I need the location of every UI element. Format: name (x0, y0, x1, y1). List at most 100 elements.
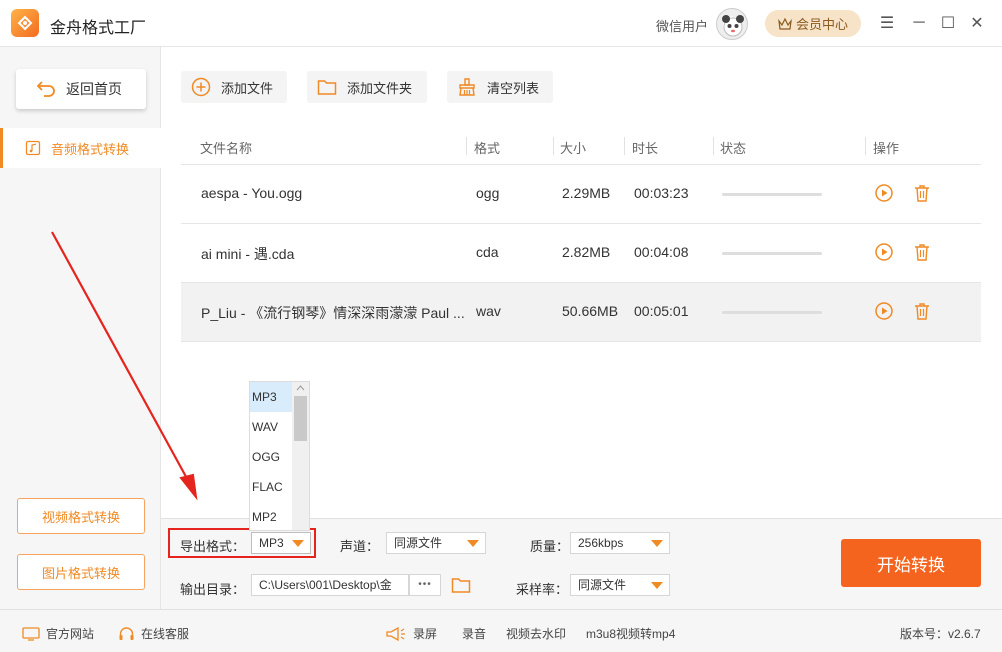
clear-list-button[interactable]: 清空列表 (447, 71, 553, 103)
file-name: P_Liu - 《流行钢琴》情深深雨濛濛 Paul ... (201, 305, 465, 321)
music-file-icon (25, 140, 41, 156)
menu-icon[interactable]: ☰ (876, 12, 898, 34)
vip-label: 会员中心 (795, 17, 848, 32)
column-divider (713, 137, 714, 155)
trash-icon[interactable] (912, 242, 932, 262)
file-format: wav (476, 303, 501, 319)
monitor-icon (22, 626, 40, 641)
scrollbar-thumb[interactable] (294, 396, 307, 441)
sample-rate-label: 采样率： (516, 582, 569, 597)
clear-list-label: 清空列表 (487, 80, 540, 96)
chevron-down-icon (467, 540, 479, 547)
play-icon[interactable] (874, 301, 894, 321)
file-size: 2.82MB (562, 244, 611, 260)
quality-value: 256kbps (578, 536, 624, 550)
support-label: 在线客服 (141, 627, 190, 641)
quality-select[interactable]: 256kbps (570, 532, 670, 554)
back-home-button[interactable]: 返回首页 (16, 69, 146, 109)
file-duration: 00:04:08 (634, 244, 689, 260)
dropdown-option[interactable]: FLAC (250, 472, 293, 502)
play-icon[interactable] (874, 183, 894, 203)
video-convert-button[interactable]: 视频格式转换 (17, 498, 145, 534)
sidebar-item-label: 音频格式转换 (51, 141, 130, 157)
column-header-duration: 时长 (632, 141, 659, 156)
remove-watermark-link[interactable]: 视频去水印 (506, 625, 566, 642)
column-header-actions: 操作 (873, 141, 900, 156)
dropdown-option[interactable]: MP2 (250, 502, 293, 530)
file-size: 50.66MB (562, 303, 619, 319)
dropdown-scrollbar[interactable] (292, 382, 309, 530)
channel-label: 声道： (340, 539, 380, 554)
progress-bar (722, 311, 822, 314)
trash-icon[interactable] (912, 301, 932, 321)
crown-icon (778, 17, 792, 30)
progress-bar (722, 193, 822, 196)
sidebar-item-audio[interactable]: 音频格式转换 (0, 128, 161, 168)
play-icon[interactable] (874, 242, 894, 262)
output-dir-field[interactable]: C:\Users\001\Desktop\金 (251, 574, 409, 596)
trash-icon[interactable] (912, 183, 932, 203)
column-header-name: 文件名称 (200, 141, 253, 156)
chevron-down-icon (651, 582, 663, 589)
open-folder-icon[interactable] (451, 576, 471, 594)
dropdown-option[interactable]: MP3 (250, 382, 293, 412)
output-dir-value: C:\Users\001\Desktop\金 (259, 578, 392, 592)
browse-more-button[interactable]: ••• (409, 574, 441, 596)
close-icon[interactable]: ✕ (966, 12, 988, 34)
file-duration: 00:03:23 (634, 185, 689, 201)
table-row[interactable]: ai mini - 遇.cda cda 2.82MB 00:04:08 (181, 224, 981, 283)
column-header-size: 大小 (560, 141, 587, 156)
output-dir-label: 输出目录： (180, 582, 246, 597)
column-divider (865, 137, 866, 155)
start-convert-button[interactable]: 开始转换 (841, 539, 981, 587)
scroll-up-icon[interactable] (296, 385, 305, 391)
maximize-icon[interactable]: ☐ (937, 12, 959, 34)
table-header: 文件名称 格式 大小 时长 状态 操作 (181, 127, 981, 165)
dropdown-option[interactable]: OGG (250, 442, 293, 472)
broom-icon (459, 78, 475, 96)
chevron-down-icon (651, 540, 663, 547)
add-file-label: 添加文件 (221, 80, 274, 96)
file-format: cda (476, 244, 499, 260)
record-screen-label: 录屏 (413, 627, 438, 641)
column-header-status: 状态 (720, 141, 747, 156)
online-support-link[interactable]: 在线客服 (118, 625, 189, 642)
user-name[interactable]: 微信用户 (656, 16, 708, 35)
file-table: 文件名称 格式 大小 时长 状态 操作 aespa - You.ogg ogg … (181, 127, 981, 342)
channel-select[interactable]: 同源文件 (386, 532, 486, 554)
format-dropdown-list[interactable]: MP3 WAV OGG FLAC MP2 (249, 381, 310, 531)
app-title: 金舟格式工厂 (50, 20, 147, 37)
add-file-button[interactable]: 添加文件 (181, 71, 287, 103)
channel-value: 同源文件 (394, 536, 443, 550)
back-arrow-icon (36, 81, 55, 97)
file-name: aespa - You.ogg (201, 185, 303, 201)
table-row[interactable]: P_Liu - 《流行钢琴》情深深雨濛濛 Paul ... wav 50.66M… (181, 283, 981, 342)
minimize-icon[interactable]: ─ (908, 12, 930, 34)
record-screen-link[interactable]: 录屏 (385, 625, 437, 642)
sidebar: 返回首页 音频格式转换 视频格式转换 图片格式转换 (0, 47, 161, 609)
official-website-link[interactable]: 官方网站 (22, 625, 94, 642)
sample-rate-select[interactable]: 同源文件 (570, 574, 670, 596)
file-format: ogg (476, 185, 500, 201)
table-row[interactable]: aespa - You.ogg ogg 2.29MB 00:03:23 (181, 165, 981, 224)
column-divider (624, 137, 625, 155)
file-name: ai mini - 遇.cda (201, 246, 295, 262)
sample-rate-value: 同源文件 (578, 578, 627, 592)
add-folder-button[interactable]: 添加文件夹 (307, 71, 427, 103)
record-audio-link[interactable]: 录音 (462, 625, 486, 642)
app-logo-icon (11, 9, 39, 37)
dropdown-option[interactable]: WAV (250, 412, 293, 442)
title-bar: 金舟格式工厂 微信用户 会员中心 ☰ ─ ☐ ✕ (0, 0, 1002, 47)
avatar[interactable] (716, 8, 748, 40)
m3u8-convert-link[interactable]: m3u8视频转mp4 (586, 625, 675, 642)
website-label: 官方网站 (46, 627, 95, 641)
plus-circle-icon (191, 77, 211, 97)
progress-bar (722, 252, 822, 255)
status-bar: 官方网站 在线客服 录屏 录音 视频去水印 m3u8视频转mp4 版本号：v2.… (0, 609, 1002, 652)
column-divider (553, 137, 554, 155)
headset-icon (119, 626, 134, 640)
vip-center-button[interactable]: 会员中心 (765, 10, 861, 37)
version-label: 版本号：v2.6.7 (900, 627, 981, 641)
add-folder-label: 添加文件夹 (347, 80, 413, 96)
image-convert-button[interactable]: 图片格式转换 (17, 554, 145, 590)
